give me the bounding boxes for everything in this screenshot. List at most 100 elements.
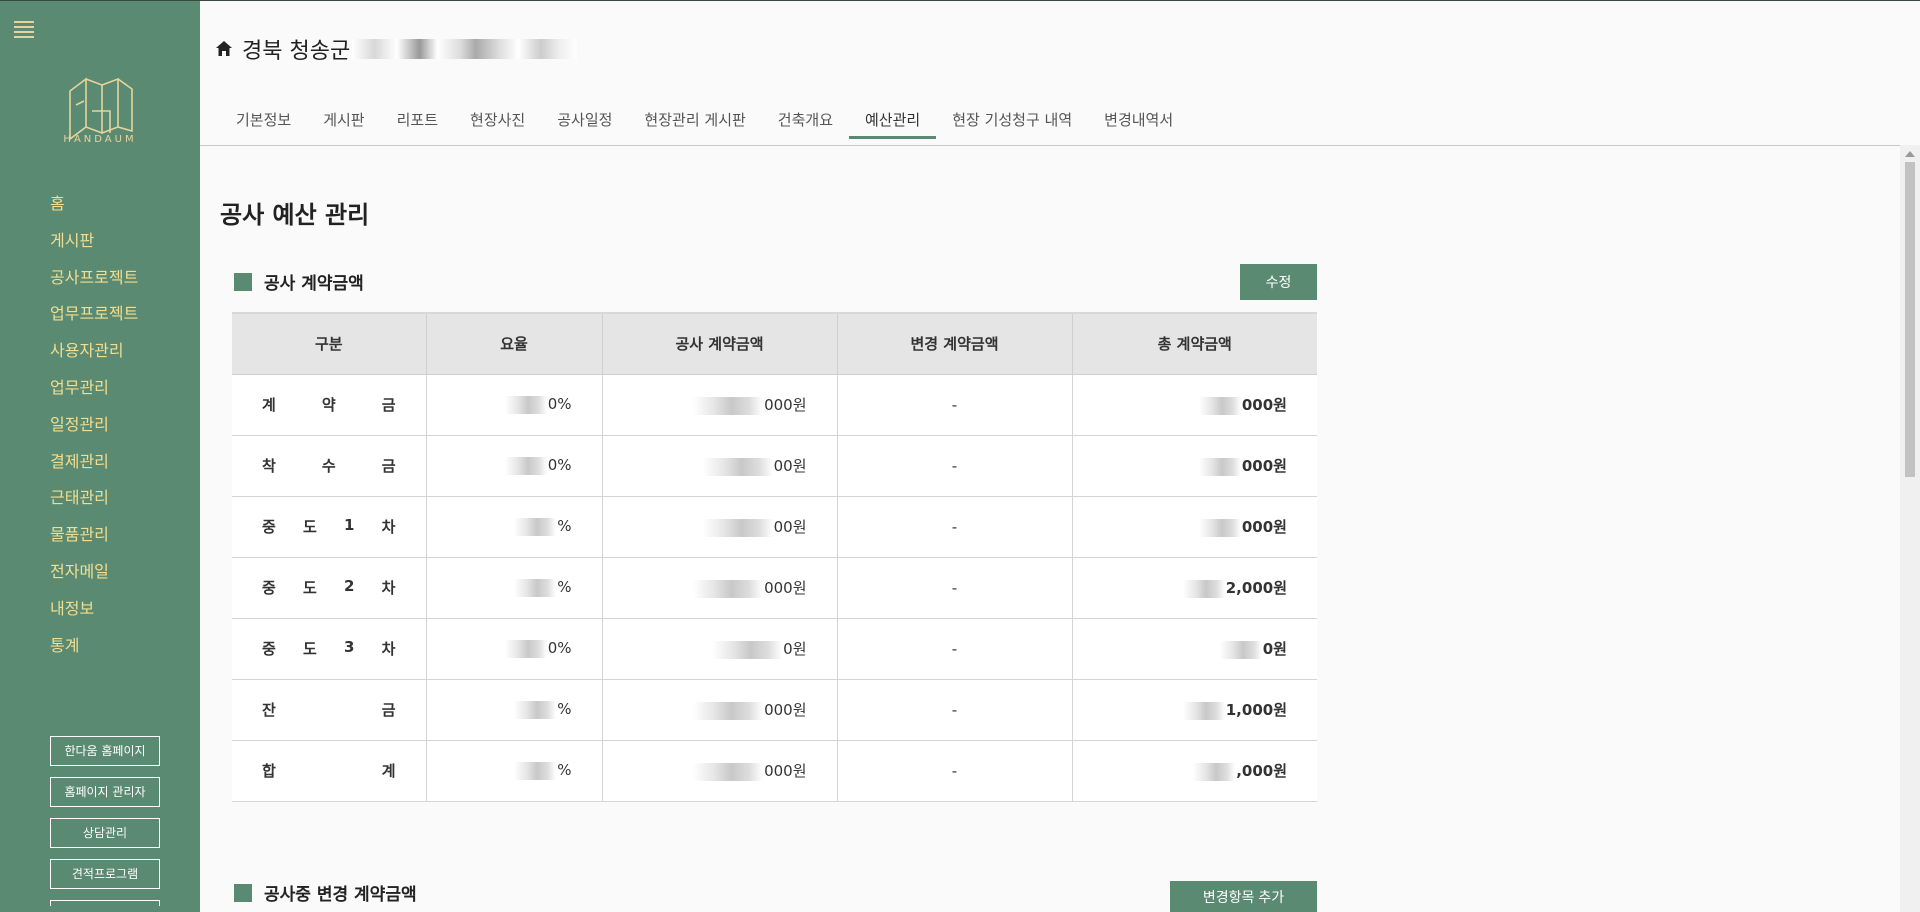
redacted-value [1198, 457, 1241, 476]
cell-contract-amount: 000원 [602, 373, 838, 436]
category-char: 착 [262, 457, 276, 475]
table-row: 착 수 금 0% 00원 - 000원 [232, 434, 1317, 497]
redacted-area [352, 39, 578, 59]
table-row: 잔 금% 000원 -1,000원 [232, 678, 1317, 741]
column-header: 총 계약금액 [1071, 312, 1317, 375]
tab-site-board[interactable]: 현장관리 게시판 [628, 109, 761, 139]
estimate-button[interactable]: 견적프로그램 [50, 859, 160, 889]
redacted-value [514, 761, 557, 780]
redacted-value [1198, 396, 1241, 415]
nav-item-work-project[interactable]: 업무프로젝트 [50, 301, 138, 338]
category-char: 금 [381, 396, 396, 414]
cell-value: - [951, 456, 958, 475]
breadcrumb: 경북 청송군 [214, 33, 578, 65]
cell-rate: 0% [426, 434, 603, 497]
homepage-admin-button[interactable]: 홈페이지 관리자 [50, 777, 160, 807]
cell-rate: % [426, 495, 603, 558]
cell-value: - [951, 578, 958, 597]
category-char: 차 [381, 518, 396, 536]
nav-item-user-management[interactable]: 사용자관리 [50, 338, 138, 375]
scroll-up-arrow-icon[interactable] [1905, 151, 1915, 157]
scroll-thumb[interactable] [1905, 162, 1915, 477]
category-char: 2 [344, 577, 355, 595]
nav-item-schedule[interactable]: 일정관리 [50, 412, 138, 449]
cell-rate: 0% [426, 373, 603, 436]
section-change-header: 공사중 변경 계약금액 [234, 880, 417, 905]
cell-total-amount: 000원 [1072, 373, 1317, 436]
tab-site-photos[interactable]: 현장사진 [454, 109, 541, 139]
section-title: 공사중 변경 계약금액 [264, 885, 417, 905]
menu-icon[interactable] [14, 21, 34, 38]
tab-change-log[interactable]: 변경내역서 [1088, 109, 1189, 139]
category-char: 차 [381, 640, 396, 658]
budget-table: 구분 요율 공사 계약금액 변경 계약금액 총 계약금액 계 약 금 0% 000원 -0… [232, 312, 1317, 802]
table-row: 중 도 3 차 0% 0원 - 0원 [232, 617, 1317, 680]
extra-button[interactable] [50, 900, 160, 906]
category-char: 3 [344, 638, 355, 656]
nav-item-email[interactable]: 전자메일 [50, 559, 138, 596]
nav-item-attendance[interactable]: 근태관리 [50, 485, 138, 522]
nav-item-board[interactable]: 게시판 [50, 228, 138, 265]
column-header: 공사 계약금액 [601, 312, 838, 375]
cell-change-amount: - [837, 556, 1073, 619]
tab-basic-info[interactable]: 기본정보 [220, 109, 307, 139]
cell-category: 잔금 [232, 678, 427, 741]
redacted-value [1219, 640, 1262, 659]
tab-schedule[interactable]: 공사일정 [541, 109, 628, 139]
tab-board[interactable]: 게시판 [307, 109, 380, 139]
cell-value: 0% [547, 395, 572, 414]
nav-item-home[interactable]: 홈 [50, 191, 138, 228]
cell-contract-amount: 00원 [602, 495, 838, 558]
cell-rate: % [426, 739, 603, 802]
cell-value: - [951, 700, 958, 719]
logo-text: HANDAUM [63, 134, 137, 145]
category-char: 도 [303, 640, 317, 658]
tab-progress-billing[interactable]: 현장 기성청구 내역 [936, 109, 1088, 139]
redacted-value [504, 395, 547, 414]
cell-value: ,000원 [1236, 762, 1287, 780]
cell-value: - [951, 517, 958, 536]
cell-contract-amount: 000원 [602, 678, 838, 741]
cell-value: 000원 [764, 762, 807, 780]
cell-value: 0% [547, 456, 572, 475]
nav-item-construction-project[interactable]: 공사프로젝트 [50, 265, 138, 302]
tab-budget[interactable]: 예산관리 [849, 109, 937, 139]
add-change-item-button[interactable]: 변경항목 추가 [1170, 881, 1317, 912]
cell-value: 000원 [764, 579, 807, 597]
redacted-value [504, 456, 547, 475]
cell-category: 중 도 3 차 [232, 617, 427, 680]
edit-button[interactable]: 수정 [1240, 264, 1317, 300]
cell-total-amount: 000원 [1072, 434, 1317, 497]
column-header: 구분 [232, 312, 427, 375]
category-char: 중 [262, 640, 276, 658]
homepage-button[interactable]: 한다움 홈페이지 [50, 736, 160, 766]
cell-value: - [951, 761, 958, 780]
tab-building-overview[interactable]: 건축개요 [762, 109, 849, 139]
section-marker-icon [234, 883, 252, 902]
nav-item-task-management[interactable]: 업무관리 [50, 375, 138, 412]
redacted-value [693, 701, 764, 720]
table-row: 합 계% 000원 - ,000원 [232, 739, 1317, 802]
column-header: 변경 계약금액 [836, 312, 1073, 375]
home-icon[interactable] [214, 39, 234, 59]
category-char: 중 [262, 579, 276, 597]
consult-button[interactable]: 상담관리 [50, 818, 160, 848]
redacted-value [504, 639, 547, 658]
nav-item-my-info[interactable]: 내정보 [50, 596, 138, 633]
cell-value: 0% [547, 639, 572, 658]
nav-item-supplies[interactable]: 물품관리 [50, 522, 138, 559]
page-title: 공사 예산 관리 [220, 201, 370, 229]
category-char: 금 [381, 457, 396, 475]
cell-change-amount: - [837, 434, 1073, 497]
nav-item-statistics[interactable]: 통계 [50, 633, 138, 670]
cell-value: 000원 [1241, 396, 1287, 414]
cell-value: 00원 [773, 518, 807, 536]
cell-value: % [557, 578, 572, 597]
nav-item-approval[interactable]: 결제관리 [50, 449, 138, 486]
cell-value: 000원 [764, 396, 807, 414]
tab-report[interactable]: 리포트 [381, 109, 454, 139]
category-char: 수 [321, 457, 336, 475]
category-char: 중 [262, 518, 276, 536]
redacted-value [1182, 701, 1225, 720]
vertical-scrollbar[interactable] [1900, 145, 1920, 912]
